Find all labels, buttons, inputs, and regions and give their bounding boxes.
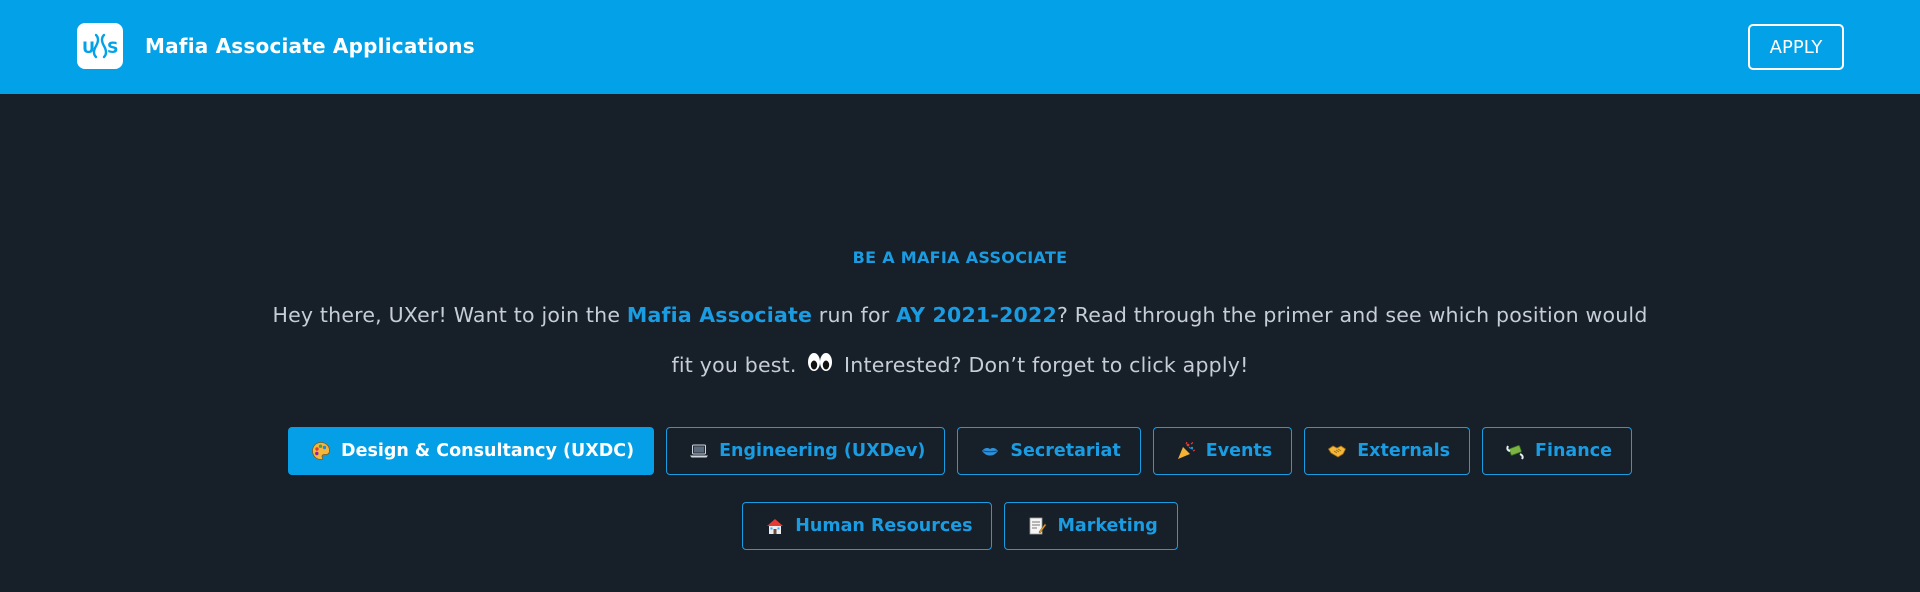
tab-externals[interactable]: Externals — [1304, 427, 1471, 475]
tab-label: Finance — [1535, 441, 1612, 461]
uxs-logo[interactable]: U S — [77, 23, 123, 69]
intro-text-4: Interested? Don’t forget to click apply! — [844, 353, 1249, 377]
tab-events[interactable]: Events — [1152, 427, 1293, 475]
intro-text-1: Hey there, UXer! Want to join the — [272, 303, 627, 327]
tab-label: Secretariat — [1010, 441, 1121, 461]
tab-label: Engineering (UXDev) — [719, 441, 926, 461]
party-popper-icon — [1176, 441, 1196, 461]
top-header: U S Mafia Associate Applications APPLY — [0, 0, 1920, 94]
house-icon — [765, 516, 785, 536]
tab-marketing[interactable]: Marketing — [1004, 502, 1178, 550]
tab-label: Human Resources — [795, 516, 973, 536]
department-tabs-row-2: Human Resources Marketing — [0, 502, 1920, 550]
tab-label: Externals — [1357, 441, 1451, 461]
tab-label: Events — [1205, 441, 1273, 461]
eyes-icon — [807, 341, 833, 391]
intro-paragraph: Hey there, UXer! Want to join the Mafia … — [270, 290, 1650, 391]
palette-icon — [311, 441, 331, 461]
app-title: Mafia Associate Applications — [145, 34, 475, 58]
intro-text-2: run for — [812, 303, 897, 327]
tab-secretariat[interactable]: Secretariat — [957, 427, 1141, 475]
lips-icon — [980, 441, 1000, 461]
section-eyebrow: BE A MAFIA ASSOCIATE — [852, 248, 1068, 267]
tab-finance[interactable]: Finance — [1482, 427, 1632, 475]
apply-button[interactable]: APPLY — [1748, 24, 1844, 70]
laptop-icon — [689, 441, 709, 461]
uxs-logo-mark: U S — [82, 33, 119, 59]
academic-year-highlight: AY 2021-2022 — [896, 303, 1057, 327]
tab-label: Design & Consultancy (UXDC) — [341, 441, 635, 461]
tab-design-consultancy[interactable]: Design & Consultancy (UXDC) — [288, 427, 655, 475]
svg-text:S: S — [107, 38, 119, 57]
department-tabs-row-1: Design & Consultancy (UXDC) Engineering … — [0, 427, 1920, 475]
tab-label: Marketing — [1057, 516, 1158, 536]
handshake-icon — [1327, 441, 1347, 461]
money-wings-icon — [1505, 441, 1525, 461]
tab-engineering[interactable]: Engineering (UXDev) — [666, 427, 946, 475]
memo-icon — [1027, 516, 1047, 536]
mafia-associate-highlight: Mafia Associate — [626, 303, 813, 327]
main-content: BE A MAFIA ASSOCIATE Hey there, UXer! Wa… — [0, 94, 1920, 592]
tab-human-resources[interactable]: Human Resources — [742, 502, 993, 550]
